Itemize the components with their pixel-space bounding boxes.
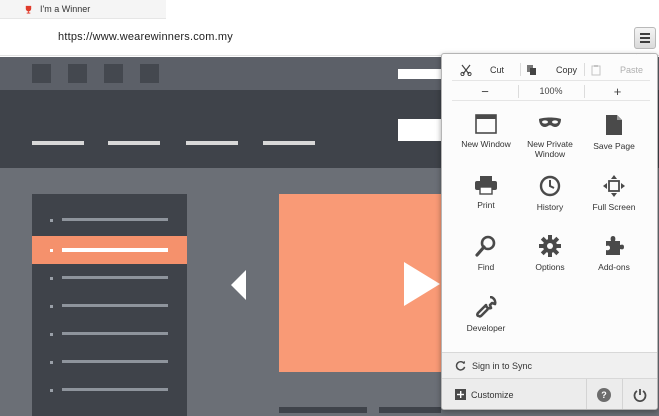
trophy-icon (25, 5, 32, 14)
page-bottom-block (279, 407, 367, 413)
full-screen-button[interactable]: Full Screen (578, 175, 650, 233)
page-logo-block (68, 64, 87, 83)
zoom-controls: − 100% + (452, 81, 650, 101)
new-window-button[interactable]: New Window (450, 114, 522, 172)
sidebar-item[interactable] (32, 348, 187, 376)
customize-button[interactable]: Customize (455, 389, 514, 400)
carousel-prev-arrow-icon[interactable] (231, 270, 246, 300)
zoom-reset-button[interactable]: 100% (519, 81, 583, 101)
private-mask-icon (539, 117, 561, 128)
sync-icon (455, 360, 466, 371)
sync-label: Sign in to Sync (472, 360, 533, 371)
menu-footer: Customize ? (442, 378, 657, 409)
puzzle-icon (606, 236, 624, 255)
browser-tab[interactable]: I'm a Winner (0, 0, 166, 19)
sign-in-to-sync-button[interactable]: Sign in to Sync (442, 352, 657, 378)
tab-title: I'm a Winner (40, 4, 91, 14)
page-logo-block (140, 64, 159, 83)
paste-button[interactable]: Paste (590, 59, 643, 81)
history-button[interactable]: History (514, 175, 586, 233)
save-page-button[interactable]: Save Page (578, 114, 650, 172)
copy-button[interactable]: Copy (526, 59, 577, 81)
copy-icon (527, 65, 536, 75)
navigation-toolbar: https://www.wearewinners.com.my (0, 19, 659, 56)
cut-label: Cut (490, 65, 505, 75)
browser-window: { "tab": { "title": "I'm a Winner", "fav… (0, 0, 659, 416)
paste-icon (591, 65, 601, 76)
zoom-out-button[interactable]: − (452, 81, 518, 101)
sidebar-item[interactable] (32, 264, 187, 292)
clock-icon (539, 175, 561, 197)
gear-icon (539, 235, 561, 257)
add-ons-button[interactable]: Add-ons (578, 235, 650, 293)
page-nav-link-placeholder[interactable] (186, 141, 238, 145)
sidebar-item[interactable] (32, 320, 187, 348)
help-button[interactable]: ? (597, 388, 611, 402)
print-button[interactable]: Print (450, 175, 522, 233)
page-bottom-block (379, 407, 441, 413)
cut-button[interactable]: Cut (460, 59, 504, 81)
customize-label: Customize (471, 389, 514, 400)
power-icon[interactable] (633, 388, 647, 402)
sidebar-item[interactable] (32, 376, 187, 404)
paste-label: Paste (620, 65, 644, 75)
options-button[interactable]: Options (514, 235, 586, 293)
fullscreen-arrows-icon (603, 175, 625, 197)
page-nav-link-placeholder[interactable] (263, 141, 315, 145)
page-icon (606, 115, 622, 135)
url-field[interactable]: https://www.wearewinners.com.my (58, 31, 233, 43)
help-icon: ? (601, 390, 607, 400)
developer-button[interactable]: Developer (450, 296, 522, 354)
wrench-icon (476, 296, 497, 318)
sidebar-item[interactable] (32, 292, 187, 320)
hamburger-menu-icon (640, 33, 650, 35)
scissors-icon (460, 64, 472, 76)
find-button[interactable]: Find (450, 235, 522, 293)
plus-square-icon (455, 389, 466, 400)
hamburger-menu-button[interactable] (634, 27, 656, 49)
zoom-in-button[interactable]: + (585, 81, 650, 101)
play-icon[interactable] (404, 262, 440, 306)
sidebar-item[interactable] (32, 206, 187, 234)
sidebar-item-active[interactable] (32, 236, 187, 264)
page-nav-link-placeholder[interactable] (32, 141, 84, 145)
new-private-window-button[interactable]: New Private Window (514, 114, 586, 172)
page-sidebar (32, 194, 187, 416)
edit-controls: Cut Copy Paste (452, 59, 650, 81)
magnifier-icon (475, 235, 496, 257)
printer-icon (475, 176, 497, 195)
page-logo-block (32, 64, 51, 83)
app-menu-panel: Cut Copy Paste − 100% + New Window New P… (441, 53, 658, 410)
page-logo-block (104, 64, 123, 83)
new-window-icon (475, 114, 497, 134)
page-nav-link-placeholder[interactable] (108, 141, 160, 145)
copy-label: Copy (556, 65, 578, 75)
